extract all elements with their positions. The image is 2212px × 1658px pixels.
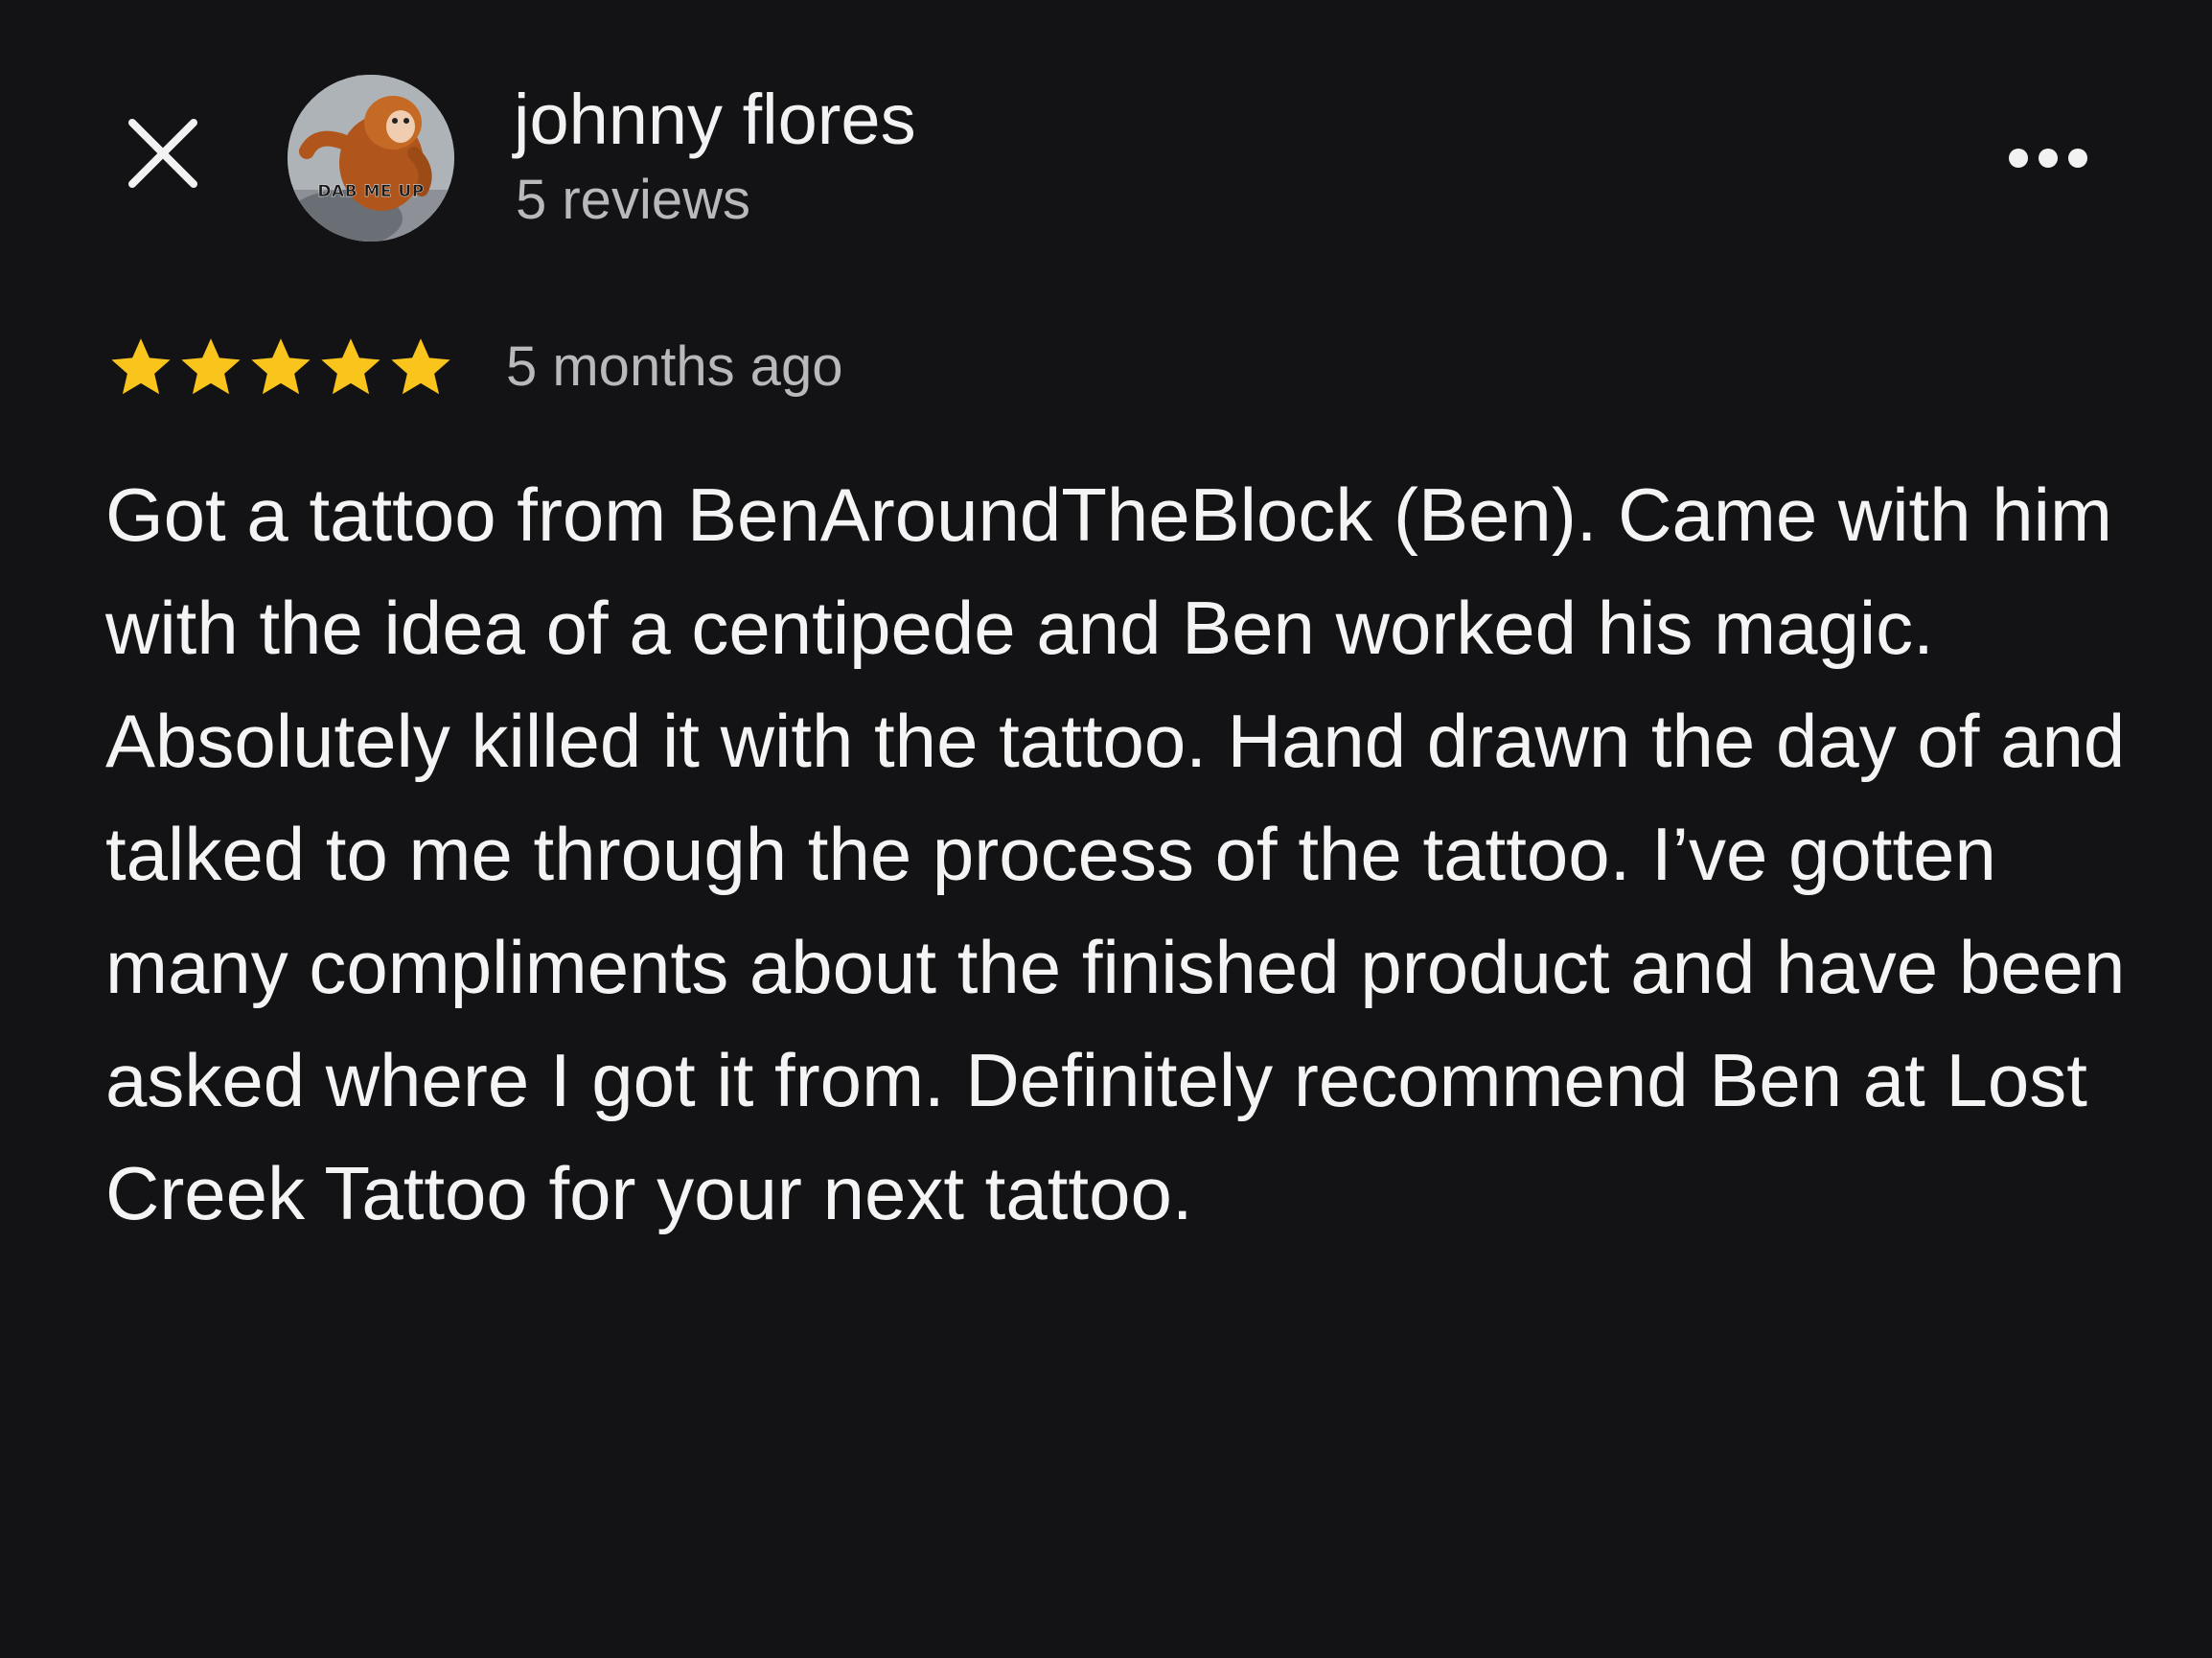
reviewer-name[interactable]: johnny flores bbox=[514, 77, 916, 163]
monkey-avatar-image bbox=[288, 75, 454, 242]
star-icon bbox=[391, 338, 450, 395]
star-icon bbox=[181, 338, 241, 395]
avatar-caption: DAB ME UP bbox=[317, 182, 425, 201]
review-date: 5 months ago bbox=[506, 335, 843, 398]
review-count[interactable]: 5 reviews bbox=[516, 167, 750, 234]
star-icon bbox=[251, 338, 311, 395]
star-rating bbox=[107, 334, 454, 401]
close-button[interactable] bbox=[117, 107, 209, 199]
star-icon bbox=[321, 338, 380, 395]
review-text: Got a tattoo from BenAroundTheBlock (Ben… bbox=[105, 472, 2126, 1235]
close-icon bbox=[128, 119, 197, 188]
more-horizontal-icon-dot bbox=[2039, 149, 2058, 168]
more-horizontal-icon-dot bbox=[2009, 149, 2028, 168]
star-icon bbox=[111, 338, 171, 395]
more-horizontal-icon-dot bbox=[2068, 149, 2087, 168]
avatar[interactable]: DAB ME UP bbox=[288, 75, 454, 242]
more-options-button[interactable] bbox=[1995, 125, 2101, 192]
